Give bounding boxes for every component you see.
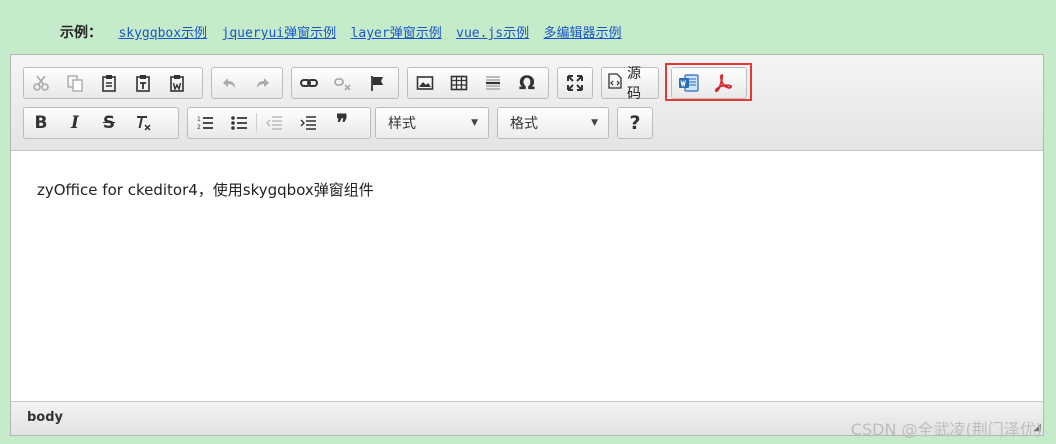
indent-icon[interactable]: [291, 108, 325, 138]
link-group: [291, 67, 399, 99]
horizontal-rule-icon[interactable]: [476, 68, 510, 98]
table-icon[interactable]: [442, 68, 476, 98]
paste-word-icon[interactable]: [160, 68, 194, 98]
source-icon: [608, 73, 622, 93]
help-group: ?: [617, 107, 653, 139]
examples-label: 示例：: [60, 25, 102, 41]
maximize-icon[interactable]: [558, 68, 592, 98]
anchor-flag-icon[interactable]: [360, 68, 394, 98]
maximize-group: [557, 67, 593, 99]
special-char-icon[interactable]: Ω: [510, 68, 544, 98]
zyoffice-highlight-frame: [665, 63, 752, 101]
link-icon[interactable]: [292, 68, 326, 98]
chevron-down-icon: ▼: [471, 118, 478, 128]
redo-icon[interactable]: [246, 68, 280, 98]
link-skygqbox[interactable]: skygqbox示例: [118, 26, 207, 41]
format-combo-label: 格式: [510, 116, 538, 132]
source-button[interactable]: 源码: [602, 63, 658, 103]
list-indent-group: 12 ❞: [187, 107, 371, 139]
blockquote-icon[interactable]: ❞: [325, 108, 359, 138]
examples-bar: 示例： skygqbox示例 jqueryui弹窗示例 layer弹窗示例 vu…: [60, 22, 628, 42]
ckeditor: Ω 源码 B I S 1 2 ❞ 样式 ▼ 格式 ▼ ? zyOffice fo…: [10, 54, 1044, 436]
unlink-icon[interactable]: [326, 68, 360, 98]
basic-styles-group: B I S: [23, 107, 179, 139]
outdent-icon[interactable]: [257, 108, 291, 138]
undo-icon[interactable]: [212, 68, 246, 98]
link-jqueryui[interactable]: jqueryui弹窗示例: [222, 26, 337, 41]
source-group: 源码: [601, 66, 659, 102]
source-label: 源码: [627, 66, 641, 102]
editor-content[interactable]: zyOffice for ckeditor4，使用skygqbox弹窗组件: [37, 179, 374, 200]
chevron-down-icon: ▼: [591, 118, 598, 128]
image-icon[interactable]: [408, 68, 442, 98]
insert-group: Ω: [407, 67, 549, 99]
italic-icon[interactable]: I: [58, 108, 92, 138]
cut-icon[interactable]: [24, 68, 58, 98]
element-path[interactable]: body: [27, 410, 63, 425]
bulleted-list-icon[interactable]: [222, 108, 256, 138]
clipboard-group: [23, 67, 203, 99]
svg-text:2: 2: [197, 124, 201, 131]
remove-format-icon[interactable]: [126, 108, 160, 138]
bold-icon[interactable]: B: [24, 108, 58, 138]
link-layer[interactable]: layer弹窗示例: [351, 26, 442, 41]
paste-text-icon[interactable]: [126, 68, 160, 98]
link-multi-editor[interactable]: 多编辑器示例: [544, 26, 622, 41]
watermark: CSDN @全武凌(荆门泽优): [850, 420, 1042, 439]
styles-combo-label: 样式: [388, 116, 416, 132]
link-vue[interactable]: vue.js示例: [456, 26, 529, 41]
help-icon[interactable]: ?: [618, 108, 652, 138]
svg-text:1: 1: [197, 116, 201, 123]
numbered-list-icon[interactable]: 12: [188, 108, 222, 138]
paste-icon[interactable]: [92, 68, 126, 98]
undo-group: [211, 67, 283, 99]
format-combo[interactable]: 格式 ▼: [497, 107, 609, 139]
copy-icon[interactable]: [58, 68, 92, 98]
toolbar: Ω 源码 B I S 1 2 ❞ 样式 ▼ 格式 ▼ ?: [11, 55, 1043, 151]
styles-combo[interactable]: 样式 ▼: [375, 107, 489, 139]
strike-icon[interactable]: S: [92, 108, 126, 138]
